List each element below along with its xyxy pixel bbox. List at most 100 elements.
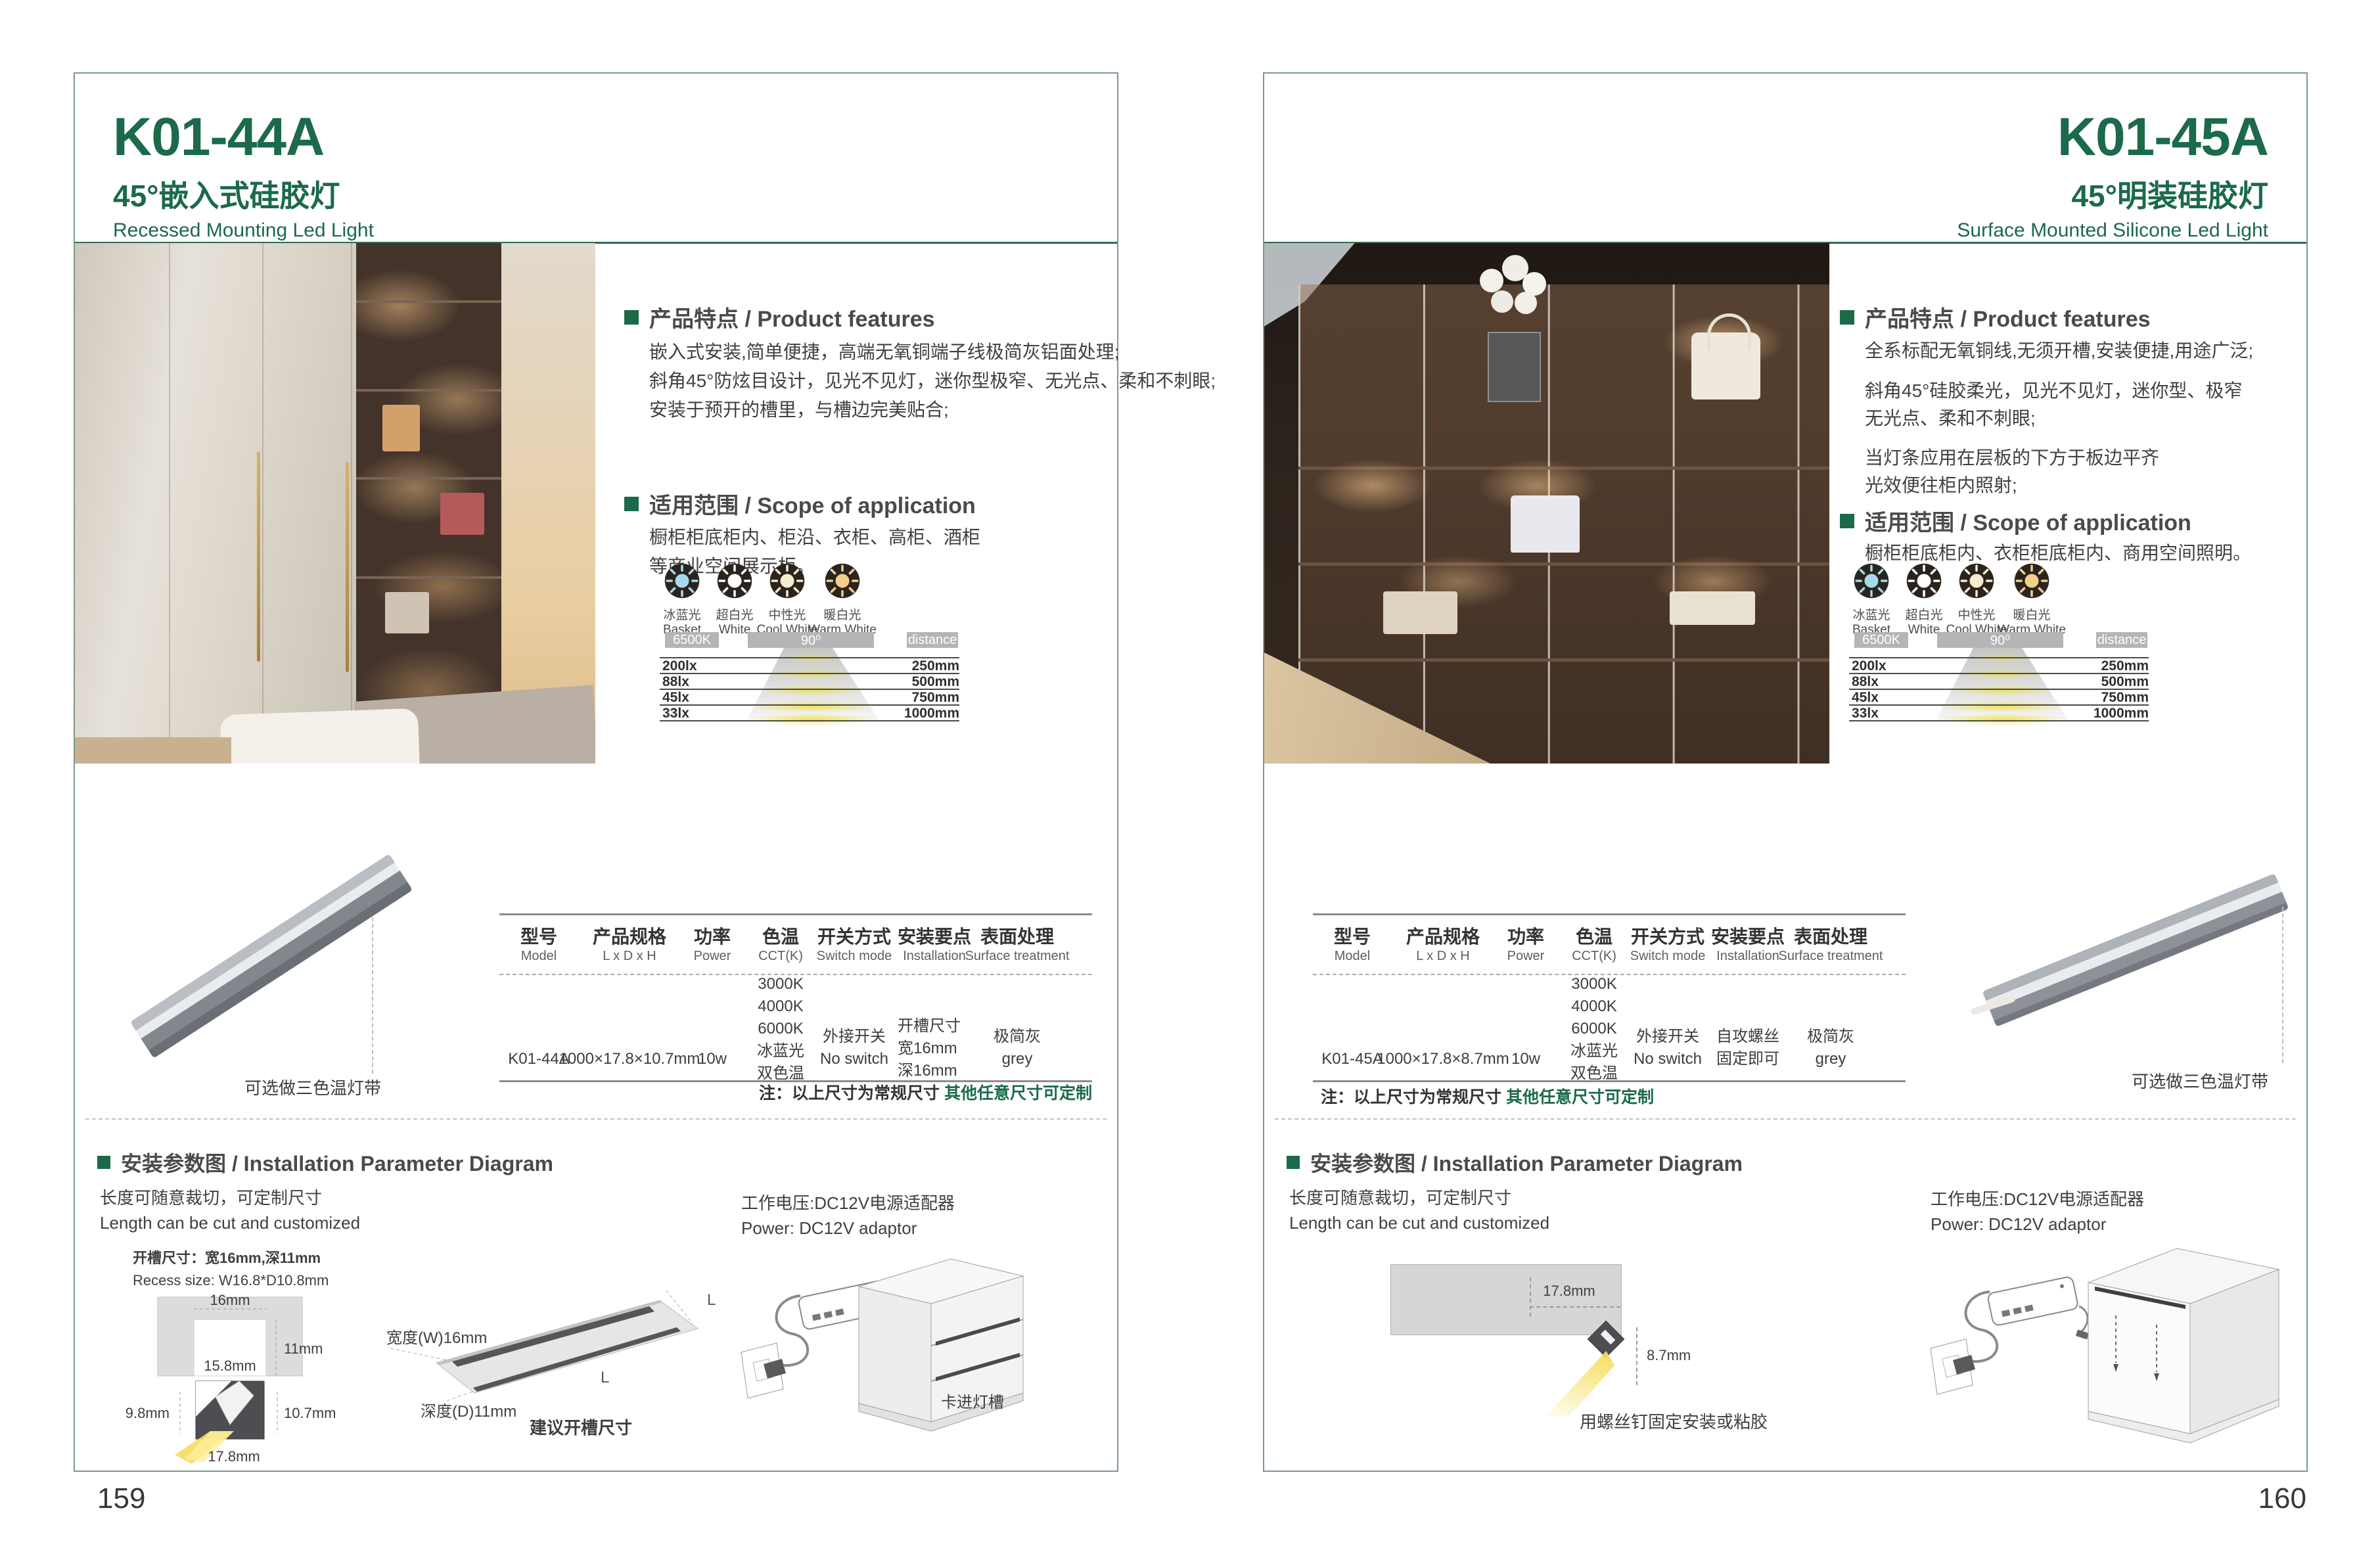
cct-bar: 6500K xyxy=(1854,632,1908,648)
cabinet-groove-label: 卡进灯槽 xyxy=(941,1394,1004,1411)
photometry-chart: 6500K 90⁰ distance 200lx 88lx 45lx 33lx … xyxy=(1849,629,2150,723)
col-cct: 色温 CCT(K) 3000K 4000K 6000K 冰蓝光 双色温 xyxy=(757,923,804,1085)
dashed-divider-horizontal xyxy=(1275,1118,2296,1120)
light-mode-warm-white: 暖白光 Warm White xyxy=(793,562,892,637)
length-note: 长度可随意裁切，可定制尺寸 Length can be cut and cust… xyxy=(1289,1185,1549,1235)
length-note: 长度可随意裁切，可定制尺寸 Length can be cut and cust… xyxy=(100,1185,360,1235)
length-note-en: Length can be cut and customized xyxy=(1289,1210,1549,1235)
length-label: L xyxy=(707,1291,716,1309)
col-header-cn: 开关方式 xyxy=(817,923,892,949)
cell-surface: grey xyxy=(1779,1048,1883,1070)
folded-linens xyxy=(1383,591,1457,635)
cell-cct: 冰蓝光 xyxy=(757,1040,804,1062)
catalog-page-left: K01-44A 45°嵌入式硅胶灯 Recessed Mounting Led … xyxy=(74,72,1118,1472)
features-text: 嵌入式安装,简单便捷，高端无氧铜端子线极简灰铝面处理; 斜角45°防炫目设计，见… xyxy=(649,338,1216,424)
install-heading-text: 安装参数图 / Installation Parameter Diagram xyxy=(1310,1147,1743,1177)
install-heading-text: 安装参数图 / Installation Parameter Diagram xyxy=(121,1147,553,1177)
cell-install: 开槽尺寸 xyxy=(898,1015,971,1038)
dim-16mm: 16mm xyxy=(210,1293,250,1308)
beam-angle-bar: 90⁰ xyxy=(1937,632,2063,648)
distance-bar: distance xyxy=(2096,632,2147,648)
aluminum-profile xyxy=(1982,873,2289,1027)
feature-line: 当灯条应用在层板的下方于板边平齐 xyxy=(1865,444,2253,472)
col-install: 安装要点 Installation 自攻螺丝 固定即可 xyxy=(1711,923,1785,1070)
cell-install: 宽16mm xyxy=(898,1038,971,1060)
note-custom-size: 其他任意尺寸可定制 xyxy=(1506,1088,1654,1107)
board-width-label: 宽度(W)16mm xyxy=(386,1329,487,1347)
dim-line xyxy=(1530,1306,1620,1308)
door-seam xyxy=(169,243,170,764)
col-header-cn: 功率 xyxy=(694,923,731,949)
door-handle xyxy=(257,451,260,662)
col-power: 功率 Power 10w xyxy=(694,923,731,1070)
cell-power: 10w xyxy=(694,1048,731,1070)
fixing-note: 用螺丝钉固定安装或粘胶 xyxy=(1580,1409,1768,1433)
col-surface: 表面处理 Surface treatment 极简灰 grey xyxy=(1779,923,1883,1070)
col-header-cn: 色温 xyxy=(757,923,804,949)
scope-section-heading: 适用范围 / Scope of application xyxy=(624,488,976,520)
green-square-bullet xyxy=(1287,1156,1300,1169)
sun-icon xyxy=(824,562,861,599)
cell-surface: 极简灰 xyxy=(965,1026,1070,1048)
wood-floor xyxy=(75,737,231,764)
distance-value: 250mm xyxy=(912,658,959,674)
distance-value: 1000mm xyxy=(2094,706,2149,721)
col-header-cn: 色温 xyxy=(1570,923,1618,949)
col-header-cn: 表面处理 xyxy=(1779,923,1883,949)
cell-spec: 1000×17.8×8.7mm xyxy=(1377,1048,1509,1070)
feature-line: 全系标配无氧铜线,无须开槽,安装便捷,用途广泛; xyxy=(1865,336,2253,365)
col-header-en: Switch mode xyxy=(1630,949,1706,964)
product-subtitle-en: Recessed Mounting Led Light xyxy=(113,219,374,242)
green-square-bullet xyxy=(624,310,639,325)
size-note: 注：以上尺寸为常规尺寸 其他任意尺寸可定制 xyxy=(1321,1084,1654,1108)
door-handle xyxy=(346,462,349,672)
recess-size-note: 开槽尺寸：宽16mm,深11mm Recess size: W16.8*D10.… xyxy=(133,1247,329,1292)
distance-value: 500mm xyxy=(2101,674,2149,690)
cabinet-shelf xyxy=(356,477,502,480)
note-custom-size: 其他任意尺寸可定制 xyxy=(944,1084,1092,1103)
dim-9-8mm: 9.8mm xyxy=(126,1405,170,1421)
dim-15-8mm: 15.8mm xyxy=(204,1358,256,1374)
col-header-en: CCT(K) xyxy=(757,949,804,964)
feature-line: 光效便往柜内照射; xyxy=(1865,472,2253,499)
lux-value: 45lx xyxy=(662,690,689,706)
col-header-cn: 功率 xyxy=(1507,923,1545,949)
cell-switch: 外接开关 xyxy=(1630,1026,1706,1048)
cell-cct: 4000K xyxy=(1570,995,1618,1018)
light-pool xyxy=(769,669,856,679)
scope-section-heading: 适用范围 / Scope of application xyxy=(1840,505,2191,537)
cell-surface: 极简灰 xyxy=(1779,1026,1883,1048)
lux-value: 200lx xyxy=(662,658,697,674)
profile-caption: 可选做三色温灯带 xyxy=(2101,1068,2299,1093)
table-line xyxy=(1313,913,1906,915)
dashed-divider-vertical xyxy=(2282,907,2283,1063)
col-header-en: Installation xyxy=(898,949,971,964)
distance-value: 750mm xyxy=(912,690,959,706)
power-note: 工作电压:DC12V电源适配器 Power: DC12V adaptor xyxy=(741,1191,955,1241)
col-header-cn: 安装要点 xyxy=(1711,923,1785,949)
light-mode-label-cn: 暖白光 xyxy=(793,605,892,623)
col-header-en: L x D x H xyxy=(1377,949,1509,964)
dim-17-8mm: 17.8mm xyxy=(208,1448,260,1465)
door-seam xyxy=(262,243,263,764)
cell-switch: 外接开关 xyxy=(817,1026,892,1048)
col-spec: 产品规格 L x D x H 1000×17.8×8.7mm xyxy=(1377,923,1509,1070)
recess-size-cn: 开槽尺寸：宽16mm,深11mm xyxy=(133,1247,329,1269)
handbag-handle xyxy=(1707,313,1751,350)
cell-cct: 冰蓝光 xyxy=(1570,1040,1618,1062)
col-header-en: Installation xyxy=(1711,949,1785,964)
dim-11mm: 11mm xyxy=(284,1340,323,1357)
rose xyxy=(1480,269,1503,292)
col-header-en: Surface treatment xyxy=(1779,949,1883,964)
lux-value: 88lx xyxy=(1852,674,1879,690)
col-cct: 色温 CCT(K) 3000K 4000K 6000K 冰蓝光 双色温 xyxy=(1570,923,1618,1085)
light-mode-warm-white: 暖白光 Warm White xyxy=(1982,562,2081,637)
cabinet-shelf xyxy=(356,389,502,392)
distance-value: 1000mm xyxy=(904,706,959,721)
product-photo xyxy=(75,243,595,764)
distance-value: 250mm xyxy=(2101,658,2149,674)
col-header-cn: 产品规格 xyxy=(559,923,700,949)
product-subtitle-en: Surface Mounted Silicone Led Light xyxy=(1957,219,2268,242)
col-header-en: L x D x H xyxy=(559,949,700,964)
page-number-right: 160 xyxy=(2221,1482,2306,1515)
